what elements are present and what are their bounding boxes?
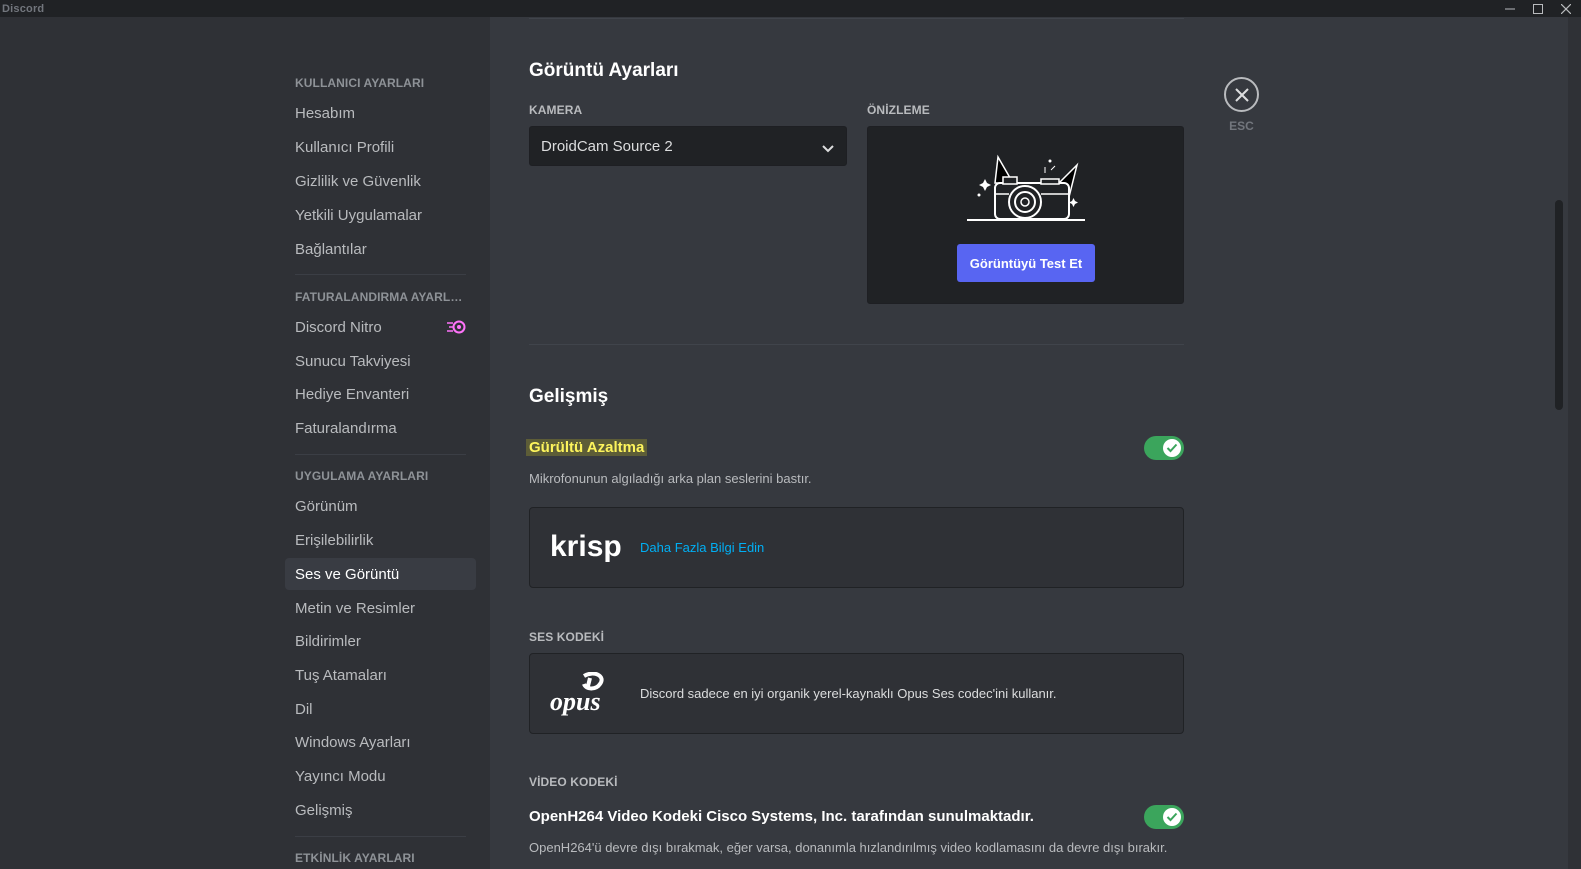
krisp-card: krisp Daha Fazla Bilgi Edin xyxy=(529,507,1184,588)
close-settings: ESC xyxy=(1224,77,1260,133)
section-divider xyxy=(529,344,1184,345)
sidebar-item-appearance[interactable]: Görünüm xyxy=(285,490,476,522)
nitro-icon xyxy=(446,320,466,338)
nav-separator xyxy=(295,274,466,275)
test-video-button[interactable]: Görüntüyü Test Et xyxy=(957,244,1095,282)
audio-codec-label: SES KODEKİ xyxy=(529,630,605,644)
sidebar-item-privacy-safety[interactable]: Gizlilik ve Güvenlik xyxy=(285,165,476,197)
openh264-description: OpenH264'ü devre dışı bırakmak, eğer var… xyxy=(529,840,1168,855)
sidebar-item-server-boost[interactable]: Sunucu Takviyesi xyxy=(285,345,476,377)
nav-separator xyxy=(295,454,466,455)
sidebar-item-billing[interactable]: Faturalandırma xyxy=(285,412,476,444)
sidebar-item-accessibility[interactable]: Erişilebilirlik xyxy=(285,524,476,556)
scrollbar-thumb[interactable] xyxy=(1555,200,1563,410)
sidebar-item-connections[interactable]: Bağlantılar xyxy=(285,233,476,265)
close-icon[interactable] xyxy=(1559,2,1573,16)
openh264-toggle[interactable] xyxy=(1144,805,1184,829)
opus-logo-text: opus xyxy=(550,687,601,716)
learn-more-link[interactable]: Daha Fazla Bilgi Edin xyxy=(640,540,764,555)
sidebar-item-notifications[interactable]: Bildirimler xyxy=(285,625,476,657)
sidebar-item-my-account[interactable]: Hesabım xyxy=(285,97,476,129)
camera-label: KAMERA xyxy=(529,103,583,117)
sidebar-item-text-images[interactable]: Metin ve Resimler xyxy=(285,592,476,624)
nav-header-app-settings: UYGULAMA AYARLARI xyxy=(295,469,429,483)
nav-header-user-settings: KULLANICI AYARLARI xyxy=(295,76,425,90)
sidebar-item-streamer-mode[interactable]: Yayıncı Modu xyxy=(285,760,476,792)
minimize-icon[interactable] xyxy=(1503,2,1517,16)
window-edge xyxy=(1568,17,1581,869)
nav-header-billing-settings: FATURALANDIRMA AYARLA... xyxy=(295,290,467,304)
window-controls xyxy=(1503,0,1573,17)
camera-select-value: DroidCam Source 2 xyxy=(541,137,673,155)
advanced-title: Gelişmiş xyxy=(529,386,609,407)
maximize-icon[interactable] xyxy=(1531,2,1545,16)
settings-sidebar: KULLANICI AYARLARI Hesabım Kullanıcı Pro… xyxy=(0,17,490,869)
sidebar-item-voice-video[interactable]: Ses ve Görüntü xyxy=(285,558,476,590)
noise-suppression-toggle[interactable] xyxy=(1144,436,1184,460)
krisp-logo-text: krisp xyxy=(550,530,622,563)
esc-label: ESC xyxy=(1229,119,1254,133)
sidebar-item-label: Discord Nitro xyxy=(295,318,382,336)
video-settings-title: Görüntü Ayarları xyxy=(529,60,679,81)
sidebar-item-windows-settings[interactable]: Windows Ayarları xyxy=(285,726,476,758)
scrollbar-track[interactable] xyxy=(1554,17,1568,869)
sidebar-item-language[interactable]: Dil xyxy=(285,693,476,725)
krisp-logo: krisp xyxy=(550,530,624,571)
nav-header-activity-settings: ETKİNLİK AYARLARI xyxy=(295,851,415,865)
openh264-title: OpenH264 Video Kodeki Cisco Systems, Inc… xyxy=(529,808,1034,825)
sidebar-item-authorized-apps[interactable]: Yetkili Uygulamalar xyxy=(285,199,476,231)
check-icon xyxy=(1163,808,1181,826)
sidebar-item-discord-nitro[interactable]: Discord Nitro xyxy=(285,311,476,343)
nav-separator xyxy=(295,836,466,837)
video-codec-label: VİDEO KODEKİ xyxy=(529,775,618,789)
preview-label: ÖNİZLEME xyxy=(867,103,930,117)
window-title: Discord xyxy=(2,2,45,15)
noise-suppression-description: Mikrofonunun algıladığı arka plan sesler… xyxy=(529,471,812,486)
section-divider xyxy=(529,18,1184,19)
opus-logo: opus xyxy=(550,671,624,721)
camera-illustration-icon xyxy=(965,149,1087,228)
sidebar-item-gift-inventory[interactable]: Hediye Envanteri xyxy=(285,378,476,410)
check-icon xyxy=(1163,439,1181,457)
video-preview: Görüntüyü Test Et xyxy=(867,126,1184,304)
window-titlebar: Discord xyxy=(0,0,1581,17)
sidebar-item-user-profile[interactable]: Kullanıcı Profili xyxy=(285,131,476,163)
close-settings-button[interactable] xyxy=(1224,77,1259,112)
sidebar-item-advanced[interactable]: Gelişmiş xyxy=(285,794,476,826)
close-icon xyxy=(1234,87,1249,102)
opus-description: Discord sadece en iyi organik yerel-kayn… xyxy=(640,686,1057,701)
camera-select[interactable]: DroidCam Source 2 xyxy=(529,126,847,166)
sidebar-item-keybinds[interactable]: Tuş Atamaları xyxy=(285,659,476,691)
noise-suppression-title: Gürültü Azaltma xyxy=(526,439,648,456)
chevron-down-icon xyxy=(822,140,834,157)
opus-card: opus Discord sadece en iyi organik yerel… xyxy=(529,653,1184,734)
